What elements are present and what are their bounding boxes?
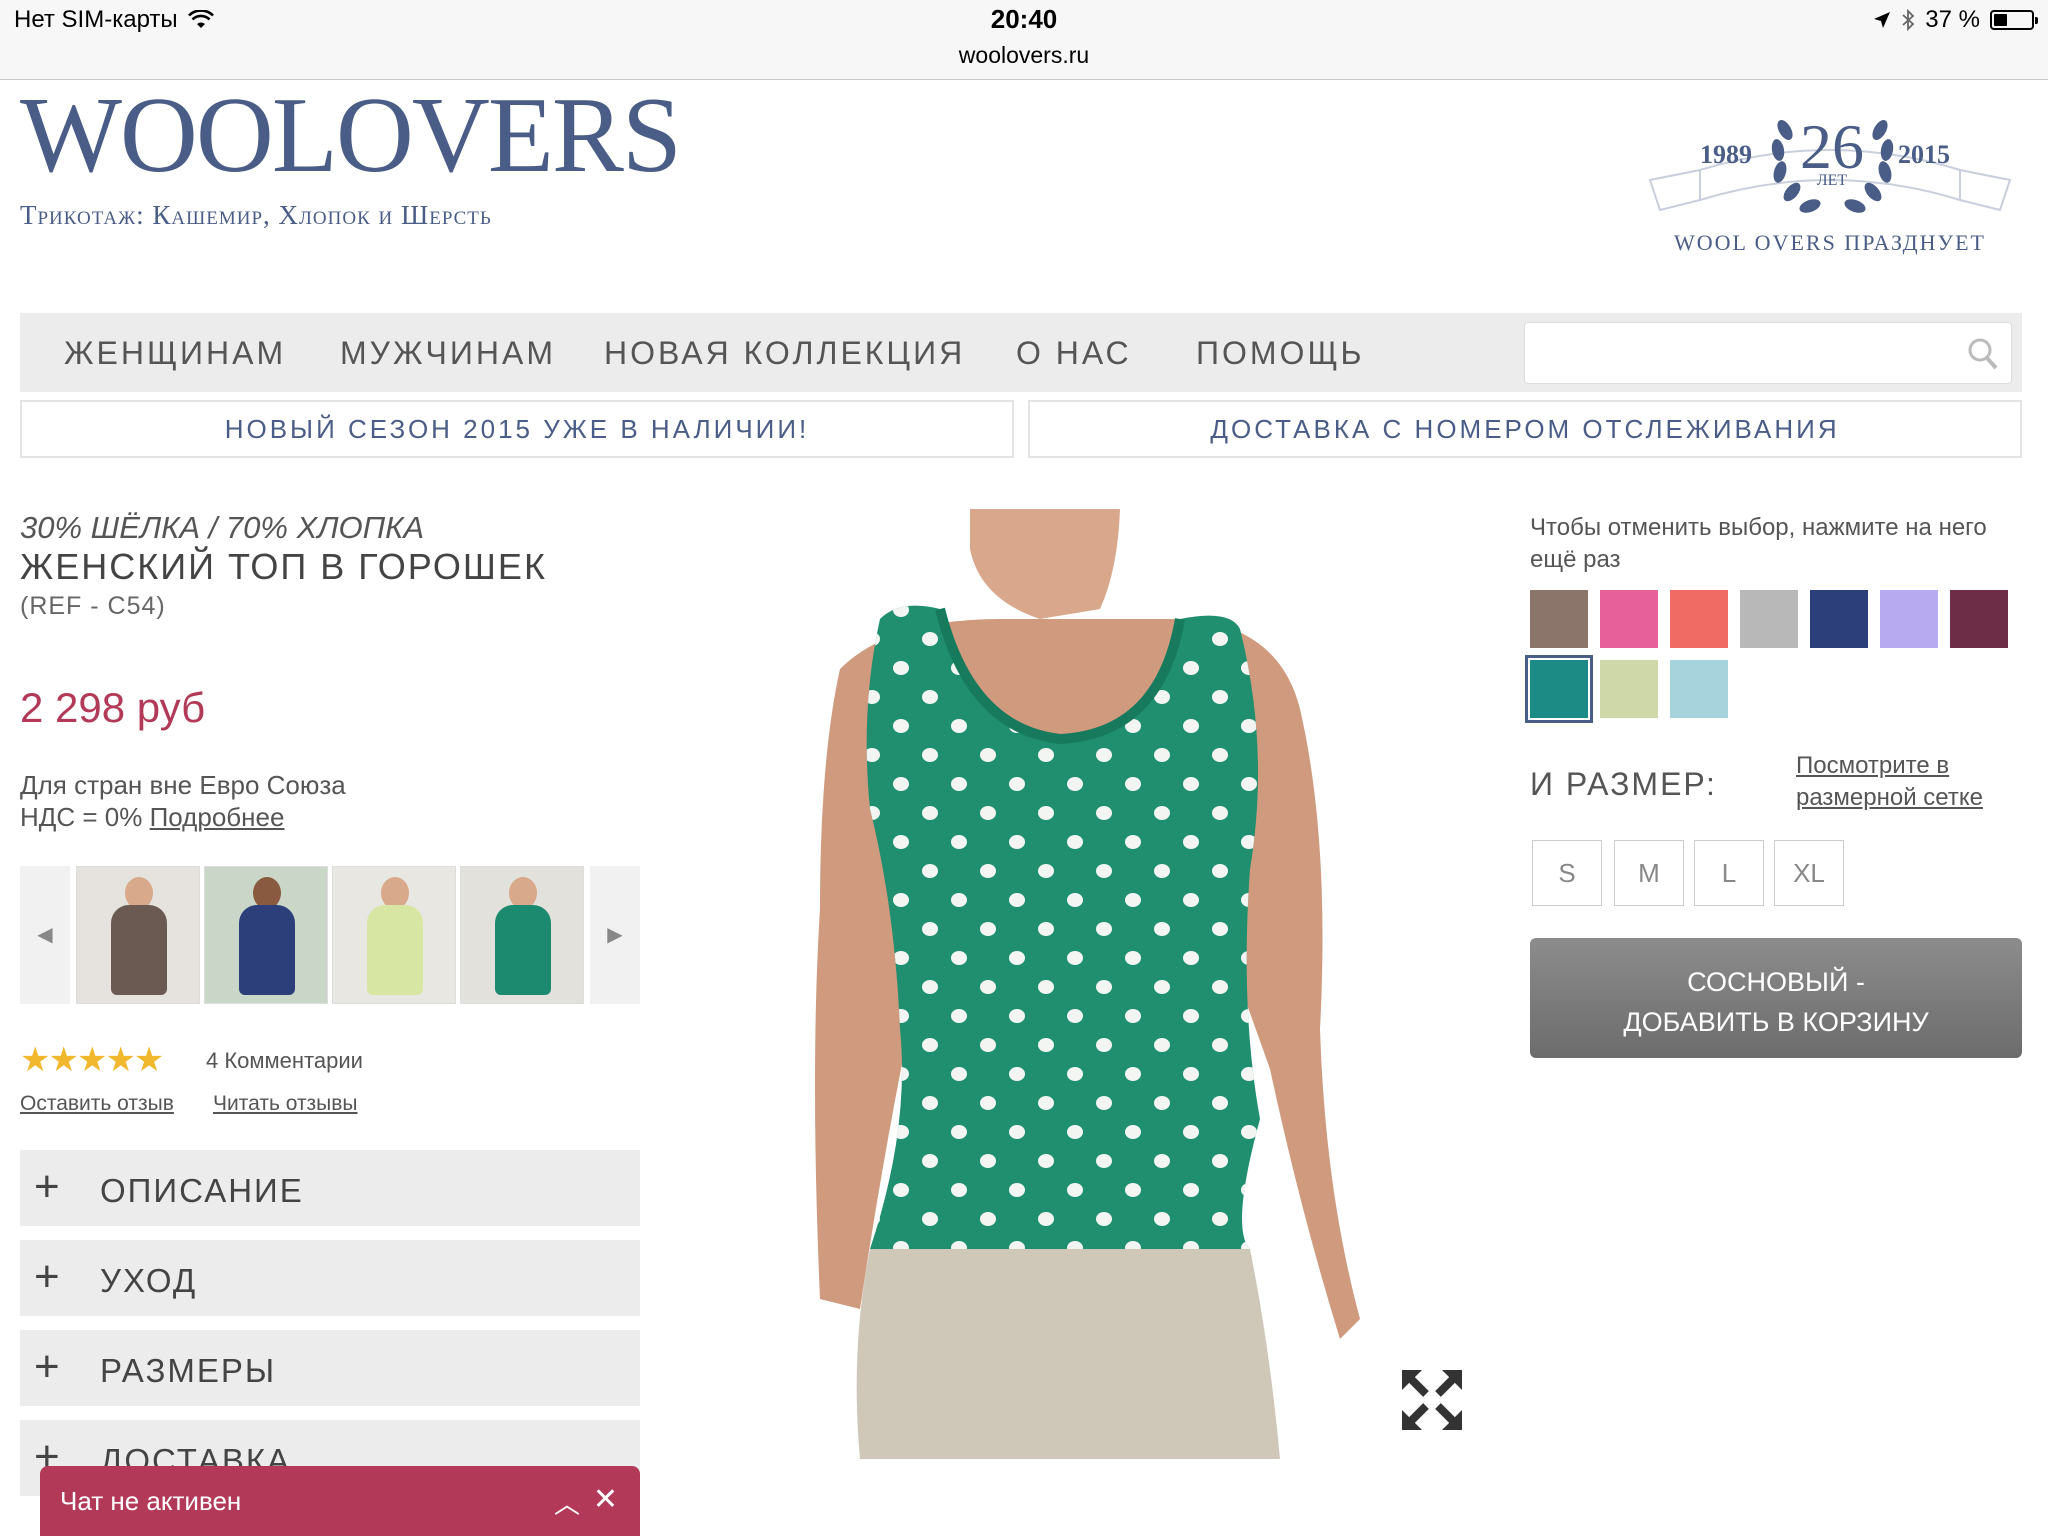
plus-icon: + xyxy=(34,1162,60,1211)
badge-years-unit: ЛЕТ xyxy=(1816,172,1848,189)
selected-color-name: СОСНОВЫЙ - xyxy=(1687,967,1865,997)
triangle-right-icon: ▶ xyxy=(607,924,623,946)
accordion-label: УХОД xyxy=(100,1262,198,1299)
size-label: И РАЗМЕР: xyxy=(1530,766,1717,802)
color-instruction: Чтобы отменить выбор, нажмите на него ещ… xyxy=(1530,514,1987,573)
vat-rate: НДС = 0% xyxy=(20,802,143,832)
chevron-up-icon[interactable]: ︿ xyxy=(554,1484,580,1521)
add-to-cart-button[interactable]: СОСНОВЫЙ - ДОБАВИТЬ В КОРЗИНУ xyxy=(1530,938,2022,1058)
size-s-button[interactable]: S xyxy=(1532,840,1602,906)
battery-fill xyxy=(1994,14,2008,26)
expand-icon[interactable] xyxy=(1400,1368,1464,1432)
leave-review-link[interactable]: Оставить отзыв xyxy=(20,1092,174,1116)
product-composition: 30% ШЁЛКА / 70% ХЛОПКА xyxy=(20,510,425,545)
anniversary-badge: 1989 26 ЛЕТ 2015 WOOL OVERS ПРАЗДНУЕТ xyxy=(1640,90,2020,270)
chat-status: Чат не активен xyxy=(60,1486,242,1516)
battery-icon xyxy=(1990,10,2038,30)
color-swatch[interactable] xyxy=(1880,590,1938,648)
thumbnail-carousel: ◀ ▶ xyxy=(20,866,640,1004)
accordion-care[interactable]: + УХОД xyxy=(20,1240,640,1316)
accordion-label: РАЗМЕРЫ xyxy=(100,1352,277,1389)
color-swatch[interactable] xyxy=(1525,655,1593,723)
nav-men[interactable]: МУЖЧИНАМ xyxy=(340,335,556,372)
color-swatch[interactable] xyxy=(1600,660,1658,718)
plus-icon: + xyxy=(34,1252,60,1301)
badge-year-end: 2015 xyxy=(1898,140,1950,169)
read-reviews-link[interactable]: Читать отзывы xyxy=(213,1092,358,1116)
carousel-next-button[interactable]: ▶ xyxy=(590,866,640,1004)
search-input[interactable] xyxy=(1524,322,2012,384)
size-l-button[interactable]: L xyxy=(1694,840,1764,906)
vat-note: Для стран вне Евро Союза xyxy=(20,770,346,800)
location-arrow-icon xyxy=(1874,12,1891,28)
status-bar: Нет SIM-карты 20:40 woolovers.ru 37 % xyxy=(0,0,2048,80)
thumbnail[interactable] xyxy=(332,866,456,1004)
color-swatch[interactable] xyxy=(1740,590,1798,648)
size-chart-link[interactable]: Посмотрите в размерной сетке xyxy=(1796,750,2026,814)
product-title: ЖЕНСКИЙ ТОП В ГОРОШЕК xyxy=(20,546,547,587)
product-image[interactable] xyxy=(800,509,1460,1459)
accordion-description[interactable]: + ОПИСАНИЕ xyxy=(20,1150,640,1226)
promo-new-season[interactable]: НОВЫЙ СЕЗОН 2015 УЖЕ В НАЛИЧИИ! xyxy=(20,400,1014,458)
color-swatch[interactable] xyxy=(1950,590,2008,648)
close-icon[interactable]: ✕ xyxy=(593,1482,618,1517)
bluetooth-icon xyxy=(1902,9,1915,31)
logo-tagline: Трикотаж: Кашемир, Хлопок и Шерсть xyxy=(20,200,492,230)
color-swatch[interactable] xyxy=(1530,590,1588,648)
color-swatch[interactable] xyxy=(1670,660,1728,718)
nav-women[interactable]: ЖЕНЩИНАМ xyxy=(64,335,286,372)
color-swatch[interactable] xyxy=(1810,590,1868,648)
product-ref: (REF - C54) xyxy=(20,592,166,620)
address-bar-url[interactable]: woolovers.ru xyxy=(0,42,2048,69)
nav-help[interactable]: ПОМОЩЬ xyxy=(1196,335,1364,372)
nav-new-collection[interactable]: НОВАЯ КОЛЛЕКЦИЯ xyxy=(604,335,965,372)
size-xl-button[interactable]: XL xyxy=(1774,840,1844,906)
thumbnail[interactable] xyxy=(460,866,584,1004)
battery-percent: 37 % xyxy=(1925,6,1980,33)
color-swatch[interactable] xyxy=(1670,590,1728,648)
star-rating-icon: ★★★★★ xyxy=(20,1041,164,1079)
accordion-sizes[interactable]: + РАЗМЕРЫ xyxy=(20,1330,640,1406)
site-logo[interactable]: WOOLOVERS xyxy=(20,82,682,190)
plus-icon: + xyxy=(34,1342,60,1391)
thumbnail[interactable] xyxy=(76,866,200,1004)
chat-widget[interactable]: Чат не активен ︿ ✕ xyxy=(40,1466,640,1536)
color-swatch[interactable] xyxy=(1600,590,1658,648)
size-m-button[interactable]: M xyxy=(1614,840,1684,906)
clock: 20:40 xyxy=(990,4,1058,34)
thumbnail[interactable] xyxy=(204,866,328,1004)
badge-year-start: 1989 xyxy=(1700,140,1752,169)
triangle-left-icon: ◀ xyxy=(37,924,53,946)
product-photo xyxy=(815,509,1360,1459)
nav-about[interactable]: О НАС xyxy=(1016,335,1132,372)
search-icon[interactable] xyxy=(1967,337,1999,371)
accordion-label: ОПИСАНИЕ xyxy=(100,1172,304,1209)
comments-count: 4 Комментарии xyxy=(206,1048,363,1073)
carousel-prev-button[interactable]: ◀ xyxy=(20,866,70,1004)
promo-tracked-delivery[interactable]: ДОСТАВКА С НОМЕРОМ ОТСЛЕЖИВАНИЯ xyxy=(1028,400,2022,458)
main-nav: ЖЕНЩИНАМ МУЖЧИНАМ НОВАЯ КОЛЛЕКЦИЯ О НАС … xyxy=(20,313,2022,392)
add-to-cart-label: ДОБАВИТЬ В КОРЗИНУ xyxy=(1623,1007,1929,1037)
badge-caption: WOOL OVERS ПРАЗДНУЕТ xyxy=(1674,230,1986,255)
vat-more-link[interactable]: Подробнее xyxy=(150,802,285,832)
product-price: 2 298 руб xyxy=(20,684,206,731)
